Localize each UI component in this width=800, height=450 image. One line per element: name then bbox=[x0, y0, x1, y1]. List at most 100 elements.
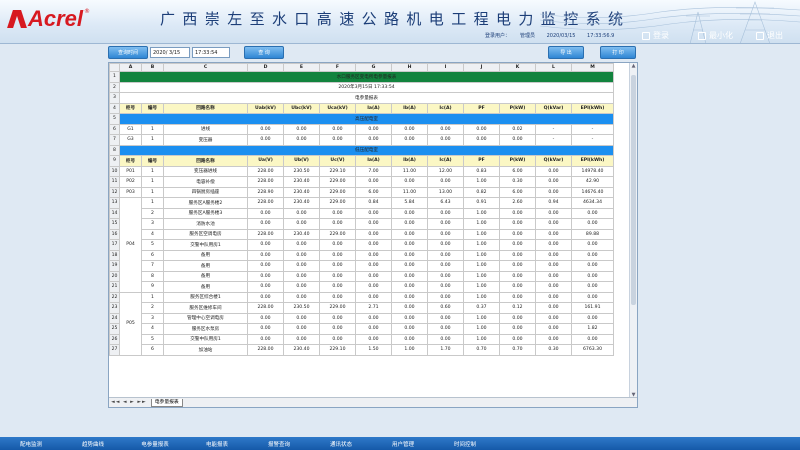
table-row: 23 2 服务区维修车间 228.00 230.50 229.00 2.71 0.00 0.60… bbox=[109, 302, 614, 314]
scroll-up-icon[interactable]: ▲ bbox=[630, 63, 637, 70]
column-letter[interactable]: G bbox=[355, 63, 392, 72]
query-time-button[interactable]: 查询时间 bbox=[108, 46, 148, 59]
value-cell: 1 bbox=[141, 123, 164, 135]
value-cell: 0.00 bbox=[319, 333, 356, 345]
column-letter[interactable]: E bbox=[283, 63, 320, 72]
nav-item-8[interactable]: 时间控制 bbox=[434, 440, 496, 448]
row-number[interactable]: 3 bbox=[109, 92, 120, 104]
row-number[interactable]: 16 bbox=[109, 228, 120, 240]
row-number[interactable]: 22 bbox=[109, 291, 120, 303]
row-number[interactable]: 11 bbox=[109, 176, 120, 188]
column-header: EPI(kWh) bbox=[571, 102, 614, 114]
row-number[interactable]: 1 bbox=[109, 71, 120, 83]
value-cell: 0.00 bbox=[535, 176, 572, 188]
row-number[interactable]: 2 bbox=[109, 81, 120, 93]
value-cell: 0.70 bbox=[463, 344, 500, 356]
table-row: 26 5 交警中队用房1 0.00 0.00 0.00 0.00 0.00 0.00 1.00 0.… bbox=[109, 333, 614, 345]
acrel-logo-mark bbox=[7, 8, 28, 30]
value-cell: 228.00 bbox=[247, 165, 284, 177]
circuit-name-cell: 加油站 bbox=[163, 344, 248, 356]
value-cell: 0.00 bbox=[391, 333, 428, 345]
value-cell: 9 bbox=[141, 281, 164, 293]
value-cell: 0.00 bbox=[283, 134, 320, 146]
circuit-name-cell: 服务区维修车间 bbox=[163, 302, 248, 314]
row-number[interactable]: 5 bbox=[109, 113, 120, 125]
row-number[interactable]: 4 bbox=[109, 102, 120, 114]
row-number[interactable]: 20 bbox=[109, 270, 120, 282]
circuit-name-cell: 交警中队用房1 bbox=[163, 239, 248, 251]
export-button[interactable]: 导 出 bbox=[548, 46, 584, 59]
row-number[interactable]: 26 bbox=[109, 333, 120, 345]
row-number[interactable]: 8 bbox=[109, 144, 120, 156]
sheet-nav-arrows[interactable]: ◄◄ ◄ ► ►► bbox=[111, 400, 147, 405]
row-number[interactable]: 9 bbox=[109, 155, 120, 167]
report-table: A B C D E F G H I J K L M 1 水口服务区变电所电参量报表 2 2020年3月15日 1… bbox=[109, 63, 614, 356]
row-number[interactable]: 13 bbox=[109, 197, 120, 209]
value-cell: 6.00 bbox=[499, 165, 536, 177]
cabinet-cell: P04 bbox=[119, 197, 142, 293]
value-cell: 0.00 bbox=[535, 302, 572, 314]
nav-item-4[interactable]: 电能报表 bbox=[186, 440, 248, 448]
vertical-scrollbar[interactable]: ▲ ▼ bbox=[629, 63, 637, 399]
row-number[interactable]: 17 bbox=[109, 239, 120, 251]
row-number[interactable]: 18 bbox=[109, 249, 120, 261]
row-number[interactable]: 25 bbox=[109, 323, 120, 335]
value-cell: 0.00 bbox=[247, 291, 284, 303]
row-number[interactable]: 12 bbox=[109, 186, 120, 198]
time-input[interactable]: 17:33:54 bbox=[192, 47, 230, 58]
login-button[interactable]: 登录 bbox=[642, 30, 669, 41]
date-input[interactable]: 2020/ 3/15 bbox=[150, 47, 190, 58]
row-number[interactable]: 10 bbox=[109, 165, 120, 177]
nav-item-3[interactable]: 电参量报表 bbox=[124, 440, 186, 448]
row-number[interactable]: 21 bbox=[109, 281, 120, 293]
sheet-tab-report[interactable]: 电参量报表 bbox=[150, 398, 183, 407]
print-button[interactable]: 打 印 bbox=[600, 46, 636, 59]
exit-button[interactable]: 退出 bbox=[756, 30, 783, 41]
logo-registered-mark: ® bbox=[84, 8, 91, 15]
row-number[interactable]: 6 bbox=[109, 123, 120, 135]
app-header: Acrel ® 广西崇左至水口高速公路机电工程电力监控系统 登录用户： 管理员 2… bbox=[0, 0, 800, 44]
value-cell: 229.00 bbox=[319, 197, 356, 209]
corner-cell[interactable] bbox=[109, 63, 120, 72]
column-letter[interactable]: B bbox=[141, 63, 164, 72]
column-letter[interactable]: I bbox=[427, 63, 464, 72]
row-number[interactable]: 27 bbox=[109, 344, 120, 356]
column-letter[interactable]: A bbox=[119, 63, 142, 72]
value-cell: 0.00 bbox=[283, 333, 320, 345]
row-number[interactable]: 24 bbox=[109, 312, 120, 324]
minimize-button[interactable]: 最小化 bbox=[698, 30, 733, 41]
column-letter[interactable]: L bbox=[535, 63, 572, 72]
circuit-name-cell: 管理中心空调电房 bbox=[163, 312, 248, 324]
nav-item-2[interactable]: 趋势曲线 bbox=[62, 440, 124, 448]
value-cell: 230.40 bbox=[283, 344, 320, 356]
value-cell: 0.00 bbox=[355, 281, 392, 293]
value-cell: 1.00 bbox=[463, 176, 500, 188]
value-cell: 0.00 bbox=[391, 218, 428, 230]
report-time-row: 2 2020年3月15日 17:33:54 bbox=[109, 81, 614, 93]
value-cell: 0.00 bbox=[535, 281, 572, 293]
value-cell: 1.50 bbox=[355, 344, 392, 356]
scroll-thumb[interactable] bbox=[631, 75, 636, 305]
column-letter[interactable]: D bbox=[247, 63, 284, 72]
column-letter[interactable]: C bbox=[163, 63, 248, 72]
value-cell: 0.37 bbox=[463, 302, 500, 314]
query-button[interactable]: 查 询 bbox=[244, 46, 284, 59]
row-number[interactable]: 7 bbox=[109, 134, 120, 146]
column-letter[interactable]: F bbox=[319, 63, 356, 72]
row-number[interactable]: 14 bbox=[109, 207, 120, 219]
nav-item-7[interactable]: 用户管理 bbox=[372, 440, 434, 448]
value-cell: 0.00 bbox=[499, 312, 536, 324]
column-letter[interactable]: M bbox=[571, 63, 614, 72]
column-letter[interactable]: J bbox=[463, 63, 500, 72]
nav-item-6[interactable]: 通讯状态 bbox=[310, 440, 372, 448]
column-letter[interactable]: H bbox=[391, 63, 428, 72]
row-number[interactable]: 15 bbox=[109, 218, 120, 230]
column-letter[interactable]: K bbox=[499, 63, 536, 72]
nav-item-5[interactable]: 报警查询 bbox=[248, 440, 310, 448]
row-number[interactable]: 23 bbox=[109, 302, 120, 314]
row-number[interactable]: 19 bbox=[109, 260, 120, 272]
nav-item-1[interactable]: 配电监测 bbox=[0, 440, 62, 448]
column-header: Ia(A) bbox=[355, 155, 392, 167]
value-cell: 0.00 bbox=[427, 333, 464, 345]
report-spreadsheet[interactable]: A B C D E F G H I J K L M 1 水口服务区变电所电参量报表 2 2020年3月15日 1… bbox=[108, 62, 638, 408]
